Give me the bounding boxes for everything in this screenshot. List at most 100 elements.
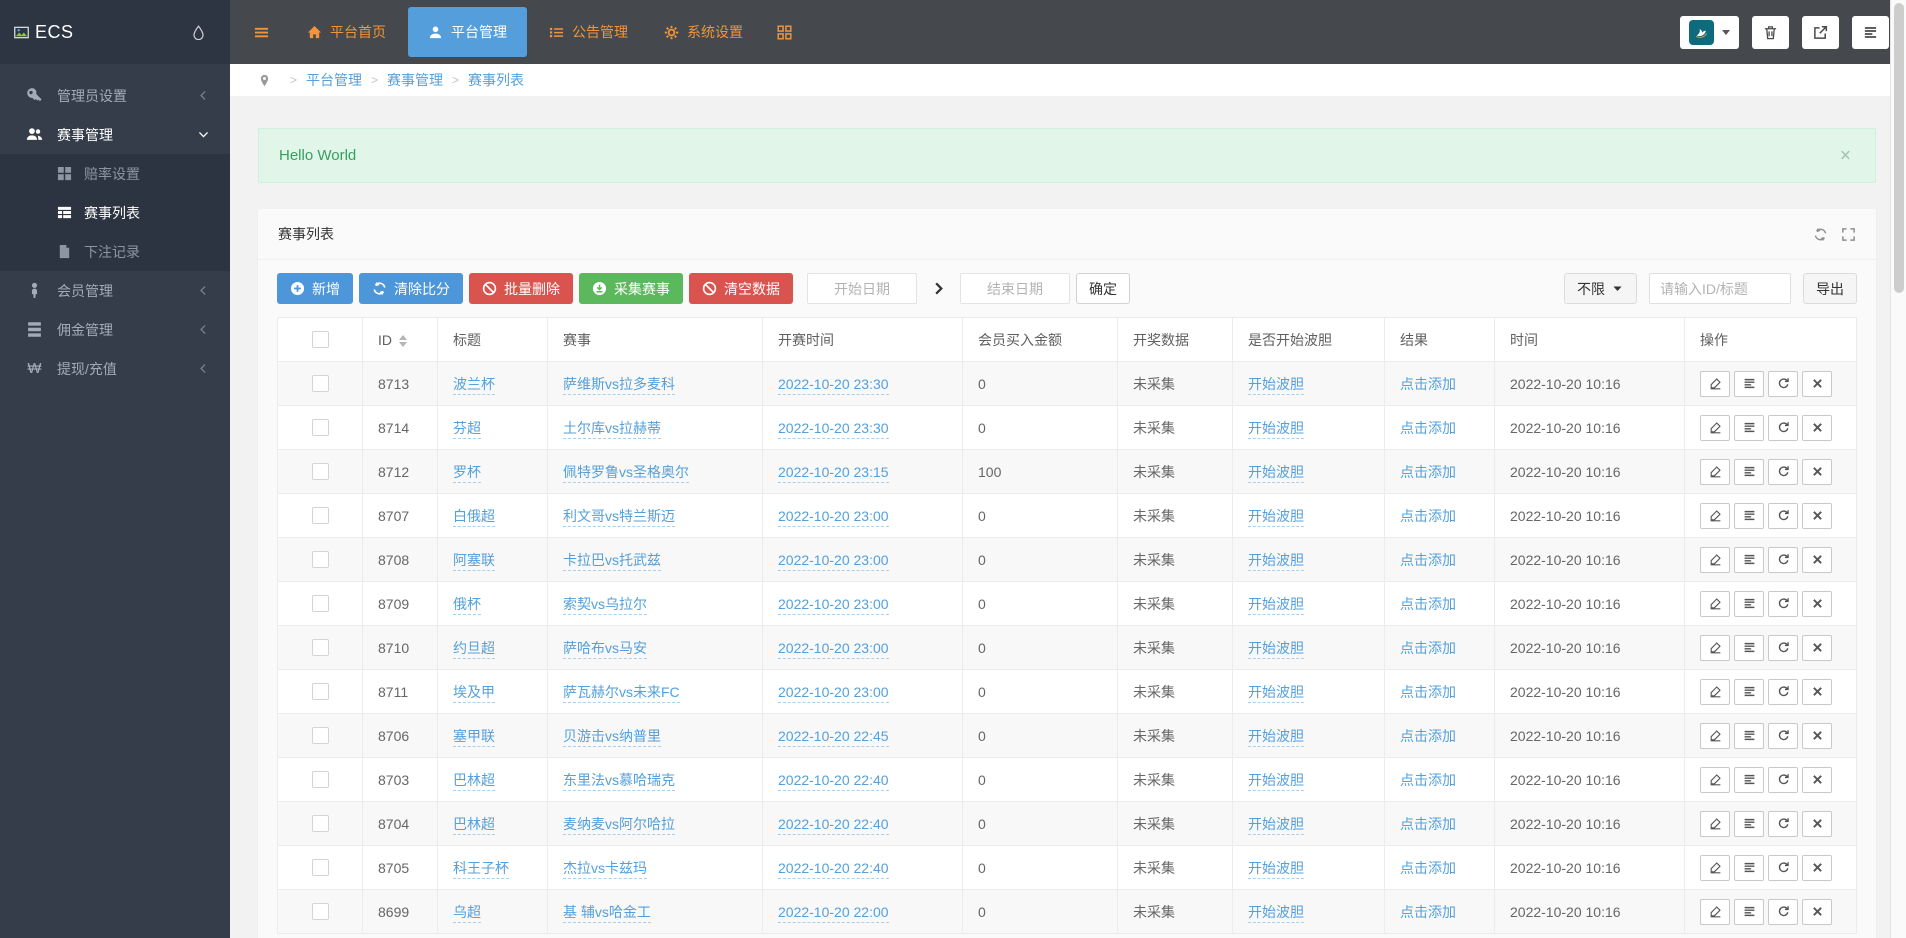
match-link[interactable]: 基 辅vs哈金工 <box>563 904 651 923</box>
edit-button[interactable] <box>1700 855 1730 881</box>
nav-item-system-settings[interactable]: 系统设置 <box>646 0 761 64</box>
start-time-link[interactable]: 2022-10-20 23:00 <box>778 596 889 615</box>
detail-list-button[interactable] <box>1734 591 1764 617</box>
match-link[interactable]: 麦纳麦vs阿尔哈拉 <box>563 816 675 835</box>
match-link[interactable]: 利文哥vs特兰斯迈 <box>563 508 675 527</box>
match-link[interactable]: 萨瓦赫尔vs未来FC <box>563 684 680 703</box>
start-bodan-link[interactable]: 开始波胆 <box>1248 640 1304 659</box>
delete-row-button[interactable] <box>1802 503 1832 529</box>
start-bodan-link[interactable]: 开始波胆 <box>1248 684 1304 703</box>
scrollbar-thumb[interactable] <box>1894 3 1904 293</box>
start-bodan-link[interactable]: 开始波胆 <box>1248 420 1304 439</box>
match-link[interactable]: 索契vs乌拉尔 <box>563 596 647 615</box>
match-link[interactable]: 贝游击vs纳普里 <box>563 728 661 747</box>
edit-button[interactable] <box>1700 679 1730 705</box>
add-result-link[interactable]: 点击添加 <box>1400 376 1456 392</box>
title-link[interactable]: 罗杯 <box>453 464 481 483</box>
add-result-link[interactable]: 点击添加 <box>1400 904 1456 920</box>
edit-button[interactable] <box>1700 415 1730 441</box>
title-link[interactable]: 塞甲联 <box>453 728 495 747</box>
open-window-button[interactable] <box>1802 16 1839 49</box>
row-checkbox[interactable] <box>312 375 329 392</box>
edit-button[interactable] <box>1700 459 1730 485</box>
empty-data-button[interactable]: 清空数据 <box>689 273 793 304</box>
start-time-link[interactable]: 2022-10-20 22:40 <box>778 860 889 879</box>
sidebar-item-commission-manage[interactable]: 佣金管理 <box>0 310 230 349</box>
start-time-link[interactable]: 2022-10-20 23:30 <box>778 376 889 395</box>
sidebar-item-match-manage[interactable]: 赛事管理 <box>0 115 230 154</box>
match-link[interactable]: 佩特罗鲁vs圣格奥尔 <box>563 464 689 483</box>
refresh-row-button[interactable] <box>1768 503 1798 529</box>
delete-row-button[interactable] <box>1802 591 1832 617</box>
title-link[interactable]: 俄杯 <box>453 596 481 615</box>
delete-row-button[interactable] <box>1802 635 1832 661</box>
detail-list-button[interactable] <box>1734 899 1764 925</box>
add-result-link[interactable]: 点击添加 <box>1400 552 1456 568</box>
title-link[interactable]: 白俄超 <box>453 508 495 527</box>
title-link[interactable]: 芬超 <box>453 420 481 439</box>
start-time-link[interactable]: 2022-10-20 22:40 <box>778 816 889 835</box>
row-checkbox[interactable] <box>312 859 329 876</box>
add-result-link[interactable]: 点击添加 <box>1400 728 1456 744</box>
match-link[interactable]: 卡拉巴vs托武兹 <box>563 552 661 571</box>
add-result-link[interactable]: 点击添加 <box>1400 596 1456 612</box>
detail-list-button[interactable] <box>1734 415 1764 441</box>
refresh-row-button[interactable] <box>1768 371 1798 397</box>
more-menu-button[interactable] <box>1852 16 1889 49</box>
sidebar-item-bet-records[interactable]: 下注记录 <box>0 232 230 271</box>
delete-row-button[interactable] <box>1802 767 1832 793</box>
delete-row-button[interactable] <box>1802 547 1832 573</box>
breadcrumb-link-platform[interactable]: 平台管理 <box>306 70 362 90</box>
sidebar-item-odds-settings[interactable]: 赔率设置 <box>0 154 230 193</box>
title-link[interactable]: 约旦超 <box>453 640 495 659</box>
detail-list-button[interactable] <box>1734 723 1764 749</box>
add-result-link[interactable]: 点击添加 <box>1400 508 1456 524</box>
refresh-row-button[interactable] <box>1768 723 1798 749</box>
sidebar-item-admin-settings[interactable]: 管理员设置 <box>0 76 230 115</box>
start-bodan-link[interactable]: 开始波胆 <box>1248 772 1304 791</box>
collect-matches-button[interactable]: 采集赛事 <box>579 273 683 304</box>
match-link[interactable]: 萨维斯vs拉多麦科 <box>563 376 675 395</box>
row-checkbox[interactable] <box>312 683 329 700</box>
breadcrumb-link-match-manage[interactable]: 赛事管理 <box>387 70 443 90</box>
start-date-input[interactable] <box>807 273 917 304</box>
detail-list-button[interactable] <box>1734 547 1764 573</box>
edit-button[interactable] <box>1700 899 1730 925</box>
match-link[interactable]: 土尔库vs拉赫蒂 <box>563 420 661 439</box>
edit-button[interactable] <box>1700 635 1730 661</box>
filter-dropdown[interactable]: 不限 <box>1564 273 1637 304</box>
select-all-checkbox[interactable] <box>312 331 329 348</box>
start-bodan-link[interactable]: 开始波胆 <box>1248 376 1304 395</box>
refresh-row-button[interactable] <box>1768 591 1798 617</box>
add-result-link[interactable]: 点击添加 <box>1400 772 1456 788</box>
edit-button[interactable] <box>1700 811 1730 837</box>
end-date-input[interactable] <box>960 273 1070 304</box>
batch-delete-button[interactable]: 批量删除 <box>469 273 573 304</box>
edit-button[interactable] <box>1700 371 1730 397</box>
start-time-link[interactable]: 2022-10-20 23:00 <box>778 640 889 659</box>
add-result-link[interactable]: 点击添加 <box>1400 464 1456 480</box>
refresh-row-button[interactable] <box>1768 679 1798 705</box>
apps-grid-icon[interactable] <box>761 25 808 40</box>
add-button[interactable]: 新增 <box>277 273 353 304</box>
row-checkbox[interactable] <box>312 551 329 568</box>
search-input[interactable] <box>1649 273 1791 304</box>
start-bodan-link[interactable]: 开始波胆 <box>1248 596 1304 615</box>
start-bodan-link[interactable]: 开始波胆 <box>1248 816 1304 835</box>
delete-row-button[interactable] <box>1802 811 1832 837</box>
close-icon[interactable]: × <box>1840 146 1851 165</box>
delete-row-button[interactable] <box>1802 855 1832 881</box>
delete-row-button[interactable] <box>1802 371 1832 397</box>
breadcrumb-link-match-list[interactable]: 赛事列表 <box>468 70 524 90</box>
row-checkbox[interactable] <box>312 419 329 436</box>
add-result-link[interactable]: 点击添加 <box>1400 684 1456 700</box>
start-bodan-link[interactable]: 开始波胆 <box>1248 464 1304 483</box>
refresh-icon[interactable] <box>1813 227 1828 242</box>
title-link[interactable]: 巴林超 <box>453 816 495 835</box>
start-bodan-link[interactable]: 开始波胆 <box>1248 860 1304 879</box>
clear-cache-button[interactable] <box>1752 16 1789 49</box>
refresh-row-button[interactable] <box>1768 635 1798 661</box>
row-checkbox[interactable] <box>312 595 329 612</box>
edit-button[interactable] <box>1700 591 1730 617</box>
menu-toggle-icon[interactable] <box>230 25 289 40</box>
